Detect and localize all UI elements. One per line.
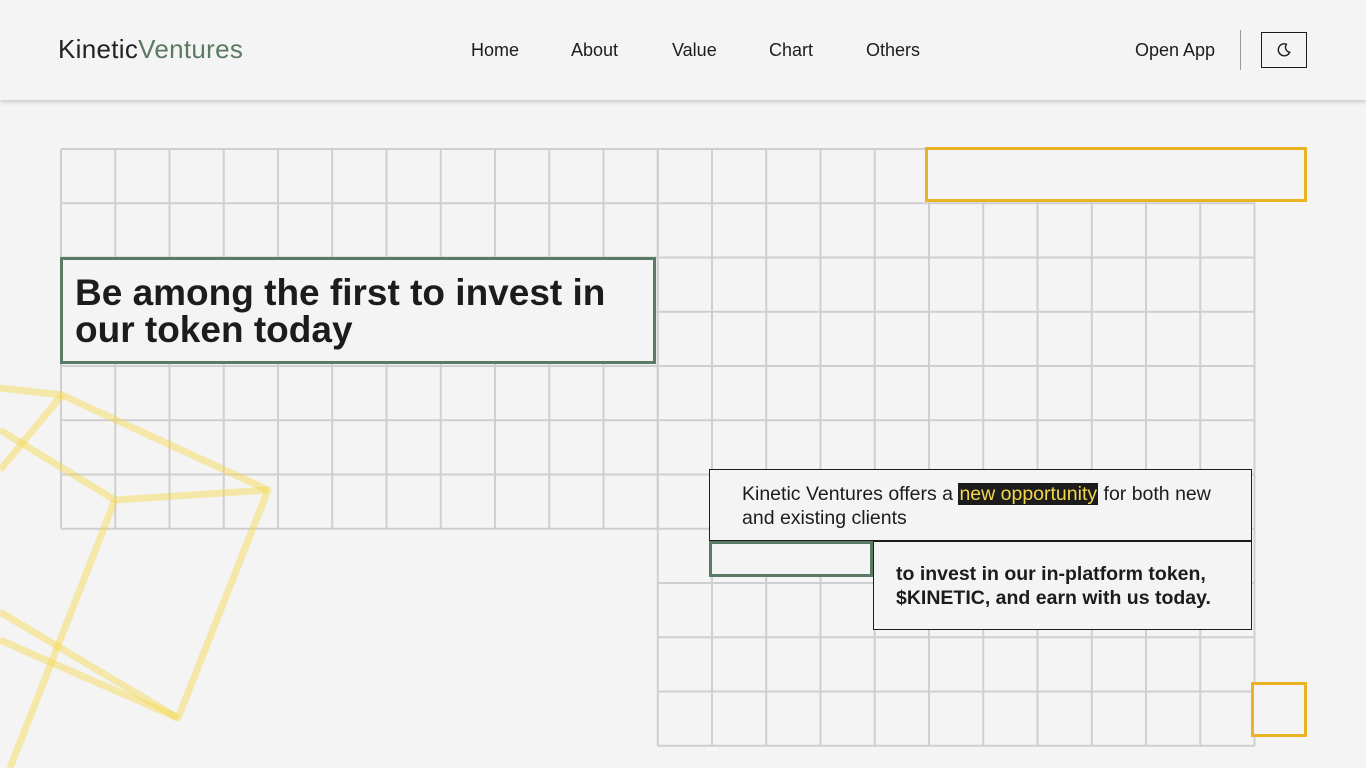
description-box: Kinetic Ventures offers a new opportunit… (709, 469, 1252, 541)
accent-box-bottom (1251, 682, 1307, 737)
moon-icon (1277, 43, 1291, 57)
nav-chart[interactable]: Chart (769, 40, 813, 61)
site-header: KineticVentures Home About Value Chart O… (0, 0, 1366, 100)
hero-title-box: Be among the first to invest in our toke… (60, 257, 656, 364)
nav-value[interactable]: Value (672, 40, 717, 61)
nav-others[interactable]: Others (866, 40, 920, 61)
description-highlight: new opportunity (958, 483, 1099, 505)
cta-text-box: to invest in our in-platform token, $KIN… (873, 541, 1252, 630)
open-app-link[interactable]: Open App (1135, 40, 1215, 61)
accent-box-green (709, 541, 873, 577)
description-text-start: Kinetic Ventures offers a (742, 483, 959, 505)
hero-title: Be among the first to invest in our toke… (75, 272, 606, 350)
accent-box-top (925, 147, 1307, 202)
theme-toggle-button[interactable] (1261, 32, 1307, 68)
cta-text: to invest in our in-platform token, $KIN… (896, 563, 1211, 609)
background-grid (60, 148, 1256, 747)
header-divider (1240, 30, 1241, 70)
nav-home[interactable]: Home (471, 40, 519, 61)
nav-about[interactable]: About (571, 40, 618, 61)
